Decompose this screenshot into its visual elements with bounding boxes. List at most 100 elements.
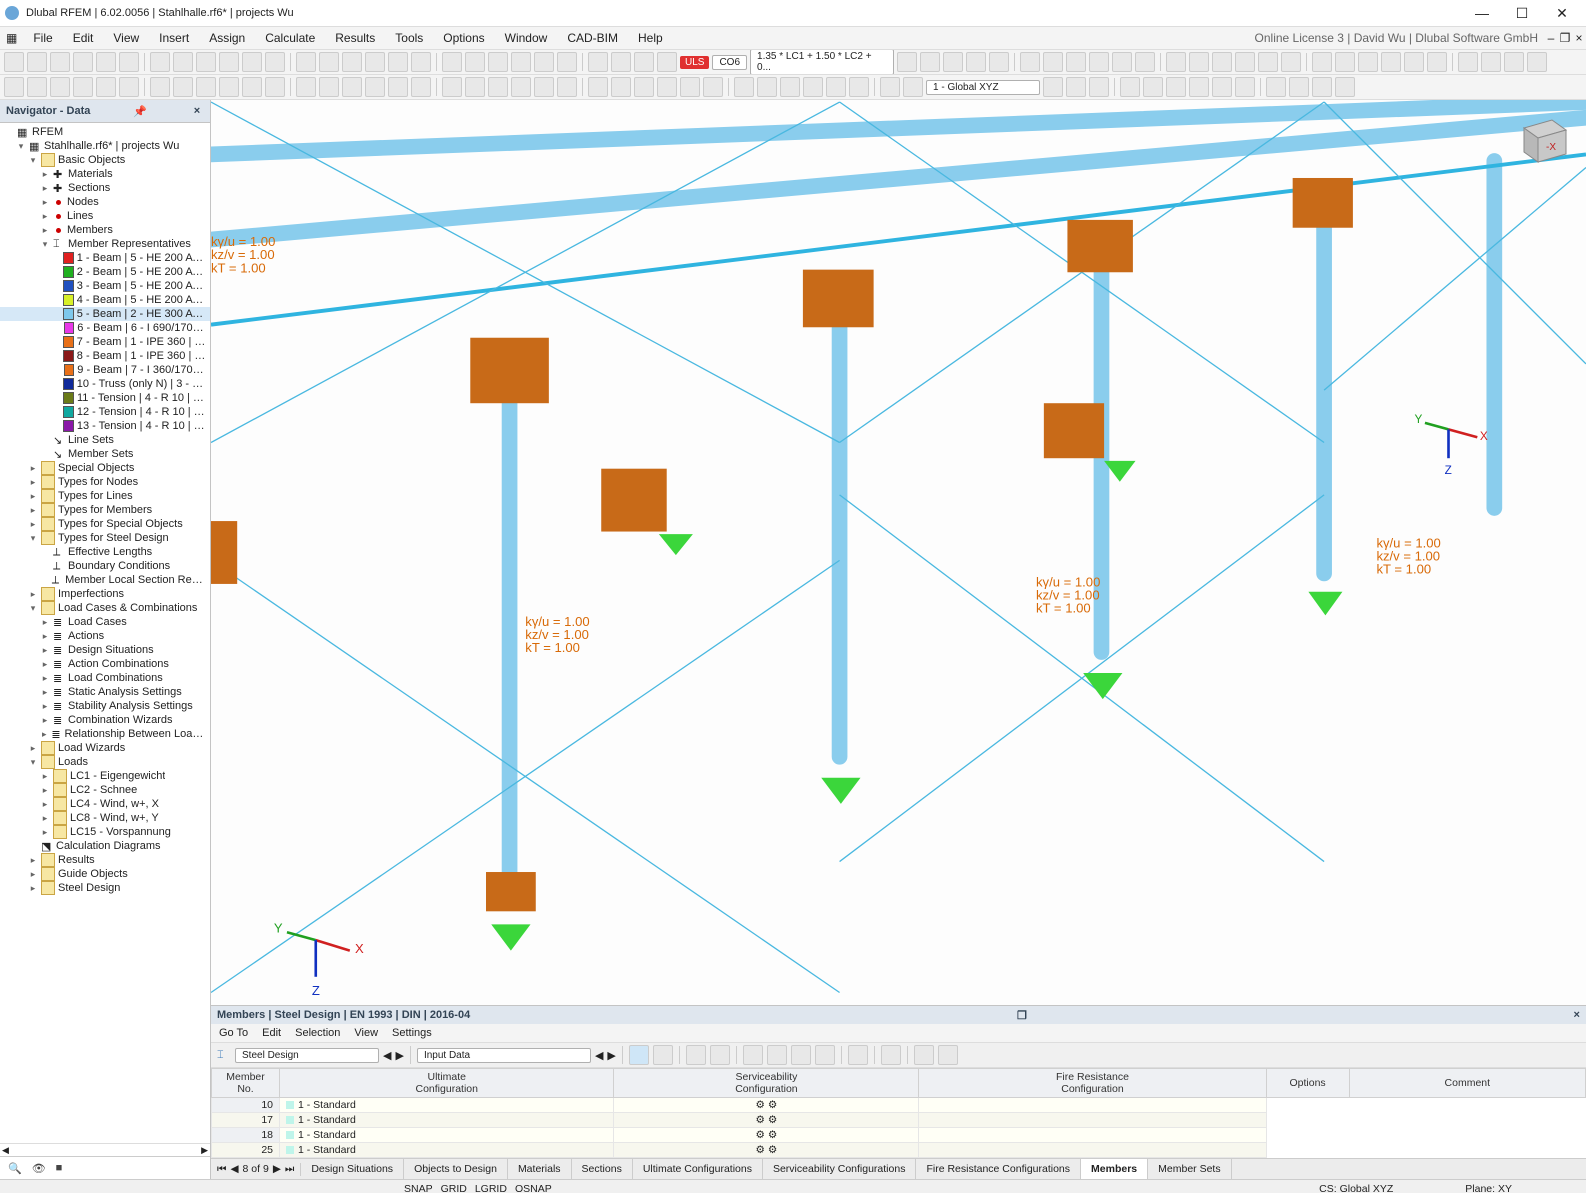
toolbar1-btn-15[interactable] [365, 52, 385, 72]
toolbar2-btn-33[interactable] [803, 77, 823, 97]
toolbar2-btn-35[interactable] [849, 77, 869, 97]
toolbar1-btn-48[interactable] [1312, 52, 1332, 72]
tab-objects-to-design[interactable]: Objects to Design [404, 1159, 508, 1179]
toolbar2-btn-0[interactable] [4, 77, 24, 97]
col-comment[interactable]: Comment [1349, 1069, 1585, 1098]
col-no[interactable]: Member No. [212, 1069, 280, 1098]
menu-file[interactable]: File [23, 27, 62, 49]
tree-item[interactable]: ▾Load Cases & Combinations [0, 601, 210, 615]
page-nav[interactable]: ◀ [230, 1163, 238, 1175]
next2-icon[interactable]: ▶ [607, 1049, 615, 1062]
toolbar2-btn-23[interactable] [557, 77, 577, 97]
menu-window[interactable]: Window [495, 27, 558, 49]
tree-member-reps[interactable]: ▾⌶Member Representatives [0, 237, 210, 251]
menu-calculate[interactable]: Calculate [255, 27, 325, 49]
menu-view[interactable]: View [103, 27, 149, 49]
tree-rep[interactable]: 2 - Beam | 5 - HE 200 A | L : 5.0 [0, 265, 210, 279]
tree-item[interactable]: ▾Types for Steel Design [0, 531, 210, 545]
mdi-restore-icon[interactable]: ❐ [1558, 31, 1572, 45]
tree-item[interactable]: ▸≣Static Analysis Settings [0, 685, 210, 699]
toolbar1-btn-55[interactable] [1481, 52, 1501, 72]
toolbar1-btn-6[interactable] [150, 52, 170, 72]
col-fire[interactable]: Fire Resistance Configuration [919, 1069, 1266, 1098]
toolbar1-btn-45[interactable] [1235, 52, 1255, 72]
tree-item[interactable]: ⟂Effective Lengths [0, 545, 210, 559]
tree-item[interactable]: ▸≣Actions [0, 629, 210, 643]
mdi-min-icon[interactable]: – [1544, 31, 1558, 45]
design-combo[interactable]: Steel Design [235, 1048, 379, 1063]
co-combo[interactable]: CO6 [712, 55, 747, 70]
tab-materials[interactable]: Materials [508, 1159, 572, 1179]
toolbar2-btn-42[interactable] [1120, 77, 1140, 97]
cs-combo[interactable]: 1 - Global XYZ [926, 80, 1040, 95]
toolbar2-btn-36[interactable] [880, 77, 900, 97]
toolbar2-btn-1[interactable] [27, 77, 47, 97]
nav-camera-icon[interactable]: ■ [56, 1162, 63, 1174]
toolbar1-btn-37[interactable] [1043, 52, 1063, 72]
tree-item[interactable]: ▸✚Sections [0, 181, 210, 195]
tree-item[interactable]: ▾Loads [0, 755, 210, 769]
pin-icon[interactable]: 📌 [133, 105, 147, 118]
tree-item[interactable]: ⟂Member Local Section Reduction [0, 573, 210, 587]
menu-results[interactable]: Results [325, 27, 385, 49]
tree-item[interactable]: ▸Types for Lines [0, 489, 210, 503]
toolbar1-btn-24[interactable] [588, 52, 608, 72]
toolbar2-btn-34[interactable] [826, 77, 846, 97]
menu-cad-bim[interactable]: CAD-BIM [557, 27, 628, 49]
tree-file[interactable]: ▾▦Stahlhalle.rf6* | projects Wu [0, 139, 210, 153]
toolbar2-btn-13[interactable] [319, 77, 339, 97]
toolbar1-btn-34[interactable] [966, 52, 986, 72]
toolbar2-btn-50[interactable] [1312, 77, 1332, 97]
toolbar2-btn-39[interactable] [1043, 77, 1063, 97]
toolbar1-btn-22[interactable] [534, 52, 554, 72]
export-button[interactable] [848, 1045, 868, 1065]
tree-rep[interactable]: 1 - Beam | 5 - HE 200 A | L : 7.0 [0, 251, 210, 265]
toolbar1-btn-1[interactable] [27, 52, 47, 72]
toolbar1-btn-49[interactable] [1335, 52, 1355, 72]
toolbar1-btn-26[interactable] [634, 52, 654, 72]
tree-rep[interactable]: 11 - Tension | 4 - R 10 | L : 8.60 [0, 391, 210, 405]
tab-members[interactable]: Members [1081, 1159, 1148, 1179]
tree-rep[interactable]: 10 - Truss (only N) | 3 - CHS 76 [0, 377, 210, 391]
tb-e[interactable] [791, 1045, 811, 1065]
prev2-icon[interactable]: ◀ [595, 1049, 603, 1062]
toolbar1-btn-5[interactable] [119, 52, 139, 72]
toolbar2-btn-8[interactable] [196, 77, 216, 97]
toolbar2-btn-20[interactable] [488, 77, 508, 97]
toolbar2-btn-32[interactable] [780, 77, 800, 97]
toolbar2-btn-5[interactable] [119, 77, 139, 97]
page-nav[interactable]: ⏮ [217, 1163, 226, 1176]
tree-item[interactable]: ▸Results [0, 853, 210, 867]
toolbar1-btn-41[interactable] [1135, 52, 1155, 72]
toolbar2-btn-27[interactable] [657, 77, 677, 97]
tb-c[interactable] [743, 1045, 763, 1065]
tree-item[interactable]: ⟂Boundary Conditions [0, 559, 210, 573]
menu-tools[interactable]: Tools [385, 27, 433, 49]
toolbar1-btn-21[interactable] [511, 52, 531, 72]
toolbar2-btn-15[interactable] [365, 77, 385, 97]
toolbar1-btn-17[interactable] [411, 52, 431, 72]
tree-item[interactable]: ▸✚Materials [0, 167, 210, 181]
menu-edit[interactable]: Edit [63, 27, 104, 49]
tree-item[interactable]: ↘Member Sets [0, 447, 210, 461]
toolbar1-btn-43[interactable] [1189, 52, 1209, 72]
toolbar1-btn-20[interactable] [488, 52, 508, 72]
toolbar2-btn-17[interactable] [411, 77, 431, 97]
toolbar2-btn-47[interactable] [1235, 77, 1255, 97]
toolbar1-btn-54[interactable] [1458, 52, 1478, 72]
toolbar1-btn-27[interactable] [657, 52, 677, 72]
toolbar1-btn-33[interactable] [943, 52, 963, 72]
toolbar2-btn-43[interactable] [1143, 77, 1163, 97]
toolbar2-btn-7[interactable] [173, 77, 193, 97]
close-button[interactable]: ✕ [1542, 0, 1582, 26]
toolbar1-btn-25[interactable] [611, 52, 631, 72]
tree-rep[interactable]: 4 - Beam | 5 - HE 200 A | L : 7.3 [0, 293, 210, 307]
bp-menu-selection[interactable]: Selection [295, 1027, 340, 1039]
toolbar1-btn-52[interactable] [1404, 52, 1424, 72]
nav-eye-icon[interactable]: 👁 [32, 1162, 46, 1175]
tb-a[interactable] [686, 1045, 706, 1065]
tree-item[interactable]: ▸Special Objects [0, 461, 210, 475]
tree-item[interactable]: ▸Imperfections [0, 587, 210, 601]
toolbar2-btn-45[interactable] [1189, 77, 1209, 97]
toolbar2-btn-46[interactable] [1212, 77, 1232, 97]
